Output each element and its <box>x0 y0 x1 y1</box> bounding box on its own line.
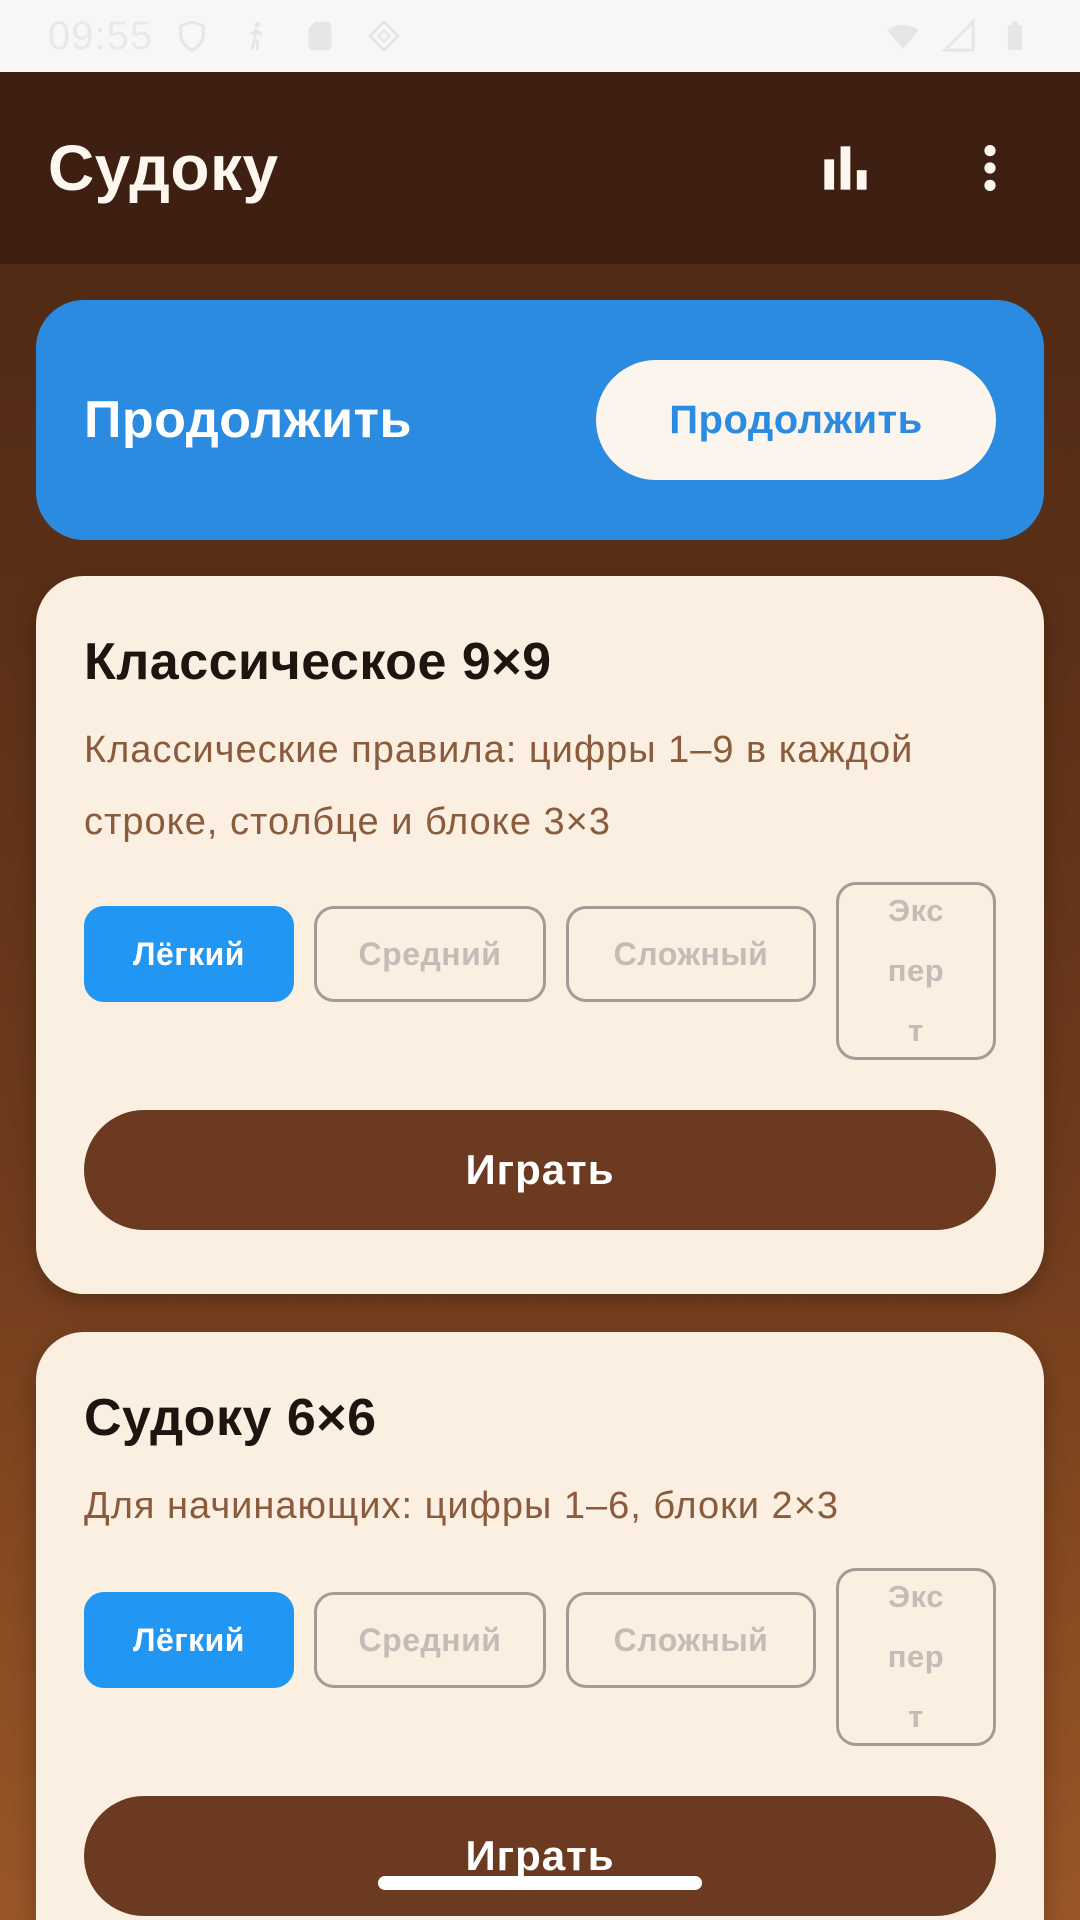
walk-icon <box>249 21 263 51</box>
mode-card-6x6: Судоку 6×6 Для начинающих: цифры 1–6, бл… <box>36 1332 1044 1920</box>
expert-label-line: т <box>908 1013 924 1048</box>
difficulty-hard-chip[interactable]: Сложный <box>566 1592 816 1688</box>
shield-icon <box>179 20 205 52</box>
difficulty-selector: Лёгкий Средний Сложный Экс пер т <box>84 882 996 1060</box>
cast-icon <box>367 19 401 53</box>
expert-label-line: Экс <box>888 893 944 928</box>
battery-icon <box>1007 21 1023 51</box>
difficulty-easy-chip[interactable]: Лёгкий <box>84 906 294 1002</box>
difficulty-hard-chip[interactable]: Сложный <box>566 906 816 1002</box>
more-vert-icon <box>984 145 996 191</box>
expert-label-line: Экс <box>888 1579 944 1614</box>
wifi-icon <box>887 25 919 49</box>
gesture-navigation-bar[interactable] <box>378 1876 702 1890</box>
mode-description: Для начинающих: цифры 1–6, блоки 2×3 <box>84 1485 840 1527</box>
status-icons-left <box>175 19 401 53</box>
continue-button[interactable]: Продолжить <box>596 360 996 480</box>
difficulty-selector: Лёгкий Средний Сложный Экс пер т <box>84 1568 996 1746</box>
expert-label-line: пер <box>887 1639 945 1674</box>
more-options-button[interactable] <box>958 136 1022 200</box>
mode-description: Классические правила: цифры 1–9 в каждой… <box>84 729 914 843</box>
app-bar: Судоку <box>0 72 1080 264</box>
signal-icon <box>942 19 975 52</box>
difficulty-expert-chip[interactable]: Экс пер т <box>836 882 996 1060</box>
continue-title: Продолжить <box>84 391 412 449</box>
difficulty-medium-chip[interactable]: Средний <box>314 1592 546 1688</box>
status-icons-right <box>886 19 1032 53</box>
stats-icon <box>824 146 867 190</box>
play-button[interactable]: Играть <box>84 1110 996 1230</box>
app-title: Судоку <box>48 132 279 204</box>
difficulty-medium-chip[interactable]: Средний <box>314 906 546 1002</box>
mode-title: Классическое 9×9 <box>84 633 552 691</box>
expert-label-line: пер <box>887 953 945 988</box>
play-button[interactable]: Играть <box>84 1796 996 1916</box>
mode-title: Судоку 6×6 <box>84 1389 377 1447</box>
app-actions <box>814 136 1022 200</box>
status-time: 09:55 <box>48 13 154 58</box>
difficulty-easy-chip[interactable]: Лёгкий <box>84 1592 294 1688</box>
sd-card-icon <box>308 21 332 51</box>
difficulty-expert-chip[interactable]: Экс пер т <box>836 1568 996 1746</box>
expert-label-line: т <box>908 1699 924 1734</box>
continue-card: Продолжить Продолжить <box>36 300 1044 540</box>
mode-card-classic: Классическое 9×9 Классические правила: ц… <box>36 576 1044 1294</box>
status-bar: 09:55 <box>0 0 1080 72</box>
stats-button[interactable] <box>814 136 878 200</box>
